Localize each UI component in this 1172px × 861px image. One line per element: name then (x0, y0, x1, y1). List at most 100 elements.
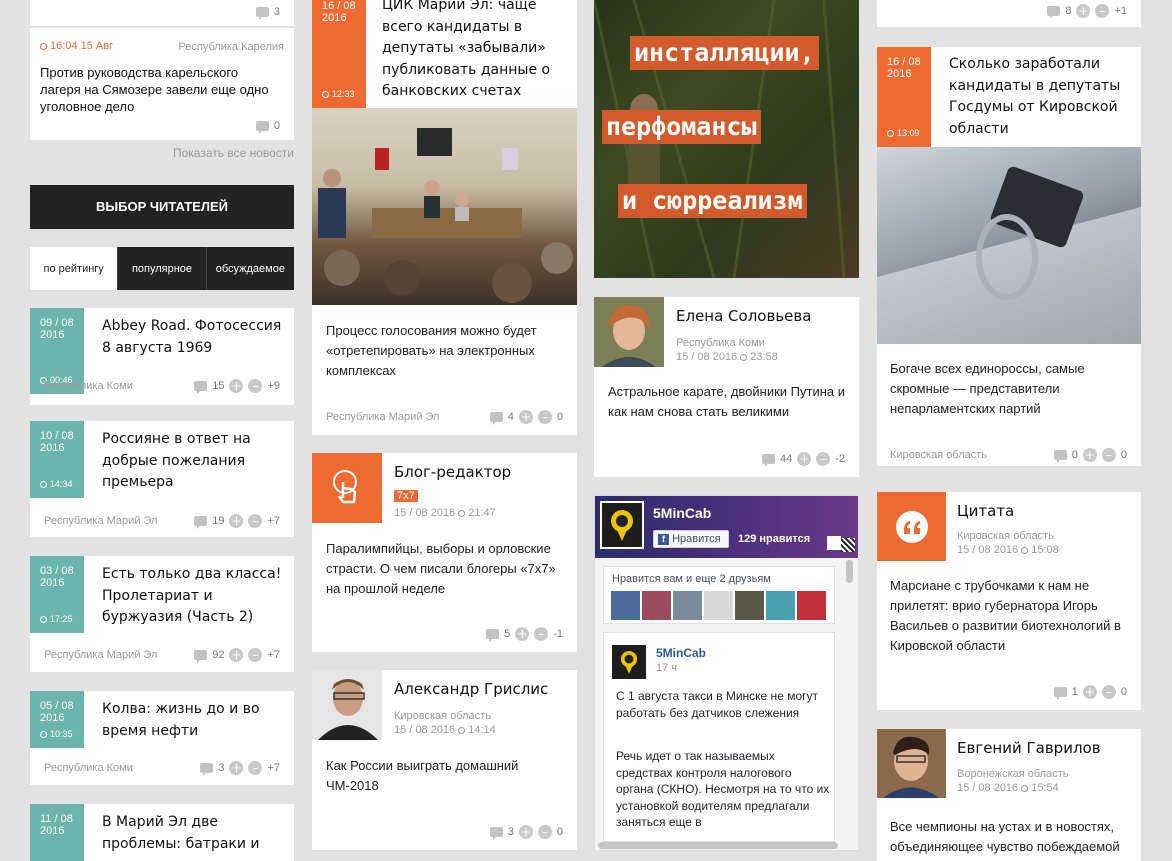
clock-icon (322, 91, 329, 98)
plus-icon[interactable]: + (229, 761, 244, 775)
clock-icon (458, 727, 466, 734)
minus-icon[interactable]: – (537, 410, 552, 424)
minus-icon[interactable]: – (248, 379, 263, 393)
author-card[interactable]: Александр Грислис Кировская область 15 /… (312, 670, 577, 850)
comment-icon (1047, 6, 1061, 19)
tab-rating[interactable]: по рейтингу (30, 247, 118, 290)
comment-icon (194, 516, 208, 529)
art-banner[interactable]: инсталляции, перфомансы и сюрреализм (594, 0, 859, 278)
plus-icon[interactable]: + (1082, 685, 1097, 699)
fb-page-logo (600, 501, 644, 549)
date-box: 11 / 08 2016 (30, 804, 84, 861)
readers-tabs: по рейтингу популярное обсуждаемое (30, 247, 294, 290)
clock-icon (1021, 785, 1029, 792)
news-card-top: 3 (30, 0, 294, 26)
badge-7x7: 7x7 (394, 490, 418, 502)
comment-icon (194, 381, 208, 394)
list-item[interactable]: 09 / 08 2016 00:46 Abbey Road. Фотосессия … (30, 308, 294, 405)
plus-icon[interactable]: + (1082, 448, 1097, 462)
comment-icon (1053, 687, 1067, 700)
comment-icon (255, 7, 269, 20)
plus-icon[interactable]: + (229, 379, 244, 393)
fb-post[interactable]: 5MinCab 17 ч С 1 августа такси в Минске … (603, 632, 835, 842)
author-card[interactable]: Елена Соловьева Республика Коми 15 / 08 … (594, 297, 859, 477)
comment-icon (1053, 450, 1067, 463)
show-all-news-link[interactable]: Показать все новости (173, 146, 294, 160)
clock-icon (40, 481, 47, 488)
minus-icon[interactable]: – (537, 825, 552, 839)
readers-choice-header: ВЫБОР ЧИТАТЕЛЕЙ (30, 185, 294, 229)
quote-card[interactable]: Цитата Кировская область 15 / 08 2016 15… (877, 492, 1141, 710)
meeting-photo (312, 108, 577, 305)
avatar (704, 591, 733, 620)
news-card-top: 8 + – +1 (877, 0, 1141, 27)
list-item[interactable]: 05 / 08 2016 10:35 Колва: жизнь до и во вр… (30, 691, 294, 785)
news-title[interactable]: Против руководства карельского лагеря на… (40, 64, 280, 115)
fb-like-button[interactable]: f Нравится (653, 530, 729, 548)
plus-icon[interactable]: + (515, 627, 530, 641)
date-box: 16 / 08 2016 12:33 (312, 0, 366, 108)
author-card[interactable]: Евгений Гаврилов Воронежская область 15 … (877, 729, 1141, 861)
clock-icon (887, 130, 894, 137)
comment-icon (200, 763, 214, 776)
date-box: 05 / 08 2016 10:35 (30, 691, 84, 748)
fb-scrollbar[interactable] (846, 560, 853, 583)
clock-icon (1021, 547, 1029, 554)
clock-icon (740, 354, 748, 361)
comment-icon (255, 121, 269, 134)
fb-friend-avatars (611, 591, 826, 620)
fb-icon: f (658, 534, 669, 545)
minus-icon[interactable]: – (248, 648, 263, 662)
minus-icon[interactable]: – (1095, 4, 1110, 18)
list-item[interactable]: 10 / 08 2016 14:34 Россияне в ответ на доб… (30, 421, 294, 537)
tab-discussed[interactable]: обсуждаемое (205, 247, 294, 290)
clock-icon (40, 731, 47, 738)
minus-icon[interactable]: – (816, 452, 831, 466)
plus-icon[interactable]: + (229, 648, 244, 662)
clock-icon (458, 510, 466, 517)
hand-icon (312, 453, 382, 523)
avatar (877, 729, 946, 798)
avatar (312, 670, 382, 740)
minus-icon[interactable]: – (248, 514, 263, 528)
fb-qr-icon (841, 538, 855, 552)
list-item[interactable]: 11 / 08 2016 В Марий Эл две проблемы: бат… (30, 804, 294, 861)
avatar (611, 591, 640, 620)
plus-icon[interactable]: + (797, 452, 812, 466)
tab-popular[interactable]: популярное (117, 247, 206, 290)
comment-icon (194, 650, 208, 663)
avatar (797, 591, 826, 620)
list-item[interactable]: 03 / 08 2016 17:25 Есть только два класса!… (30, 556, 294, 672)
facebook-widget[interactable]: 5MinCab f Нравится 129 нравится Нравится… (594, 495, 859, 851)
avatar (735, 591, 764, 620)
minus-icon[interactable]: – (1101, 685, 1116, 699)
fb-share-icon[interactable] (827, 536, 841, 550)
avatar (642, 591, 671, 620)
date-box: 03 / 08 2016 17:25 (30, 556, 84, 633)
fb-h-scrollbar[interactable] (598, 842, 838, 849)
minus-icon[interactable]: – (1101, 448, 1116, 462)
blog-card[interactable]: Блог-редактор 7x7 15 / 08 2016 21:47 Пар… (312, 453, 577, 652)
fb-friends-box: Нравится вам и еще 2 друзьям (603, 566, 835, 624)
comment-icon (486, 629, 500, 642)
article-card[interactable]: 16 / 08 2016 13:09 Сколько заработали канд… (877, 47, 1141, 466)
minus-icon[interactable]: – (534, 627, 549, 641)
news-card[interactable]: 16:04 15 Авг Республика Карелия Против р… (30, 28, 294, 140)
plus-icon[interactable]: + (518, 825, 533, 839)
binder-photo (877, 147, 1141, 344)
fb-page-logo (612, 645, 646, 679)
plus-icon[interactable]: + (229, 514, 244, 528)
date-box: 10 / 08 2016 14:34 (30, 421, 84, 498)
clock-icon (40, 43, 47, 50)
avatar (673, 591, 702, 620)
minus-icon[interactable]: – (248, 761, 263, 775)
quote-icon (877, 492, 946, 561)
plus-icon[interactable]: + (518, 410, 533, 424)
comment-icon (761, 454, 775, 467)
clock-icon (40, 616, 47, 623)
plus-icon[interactable]: + (1076, 4, 1091, 18)
comment-icon (489, 827, 503, 840)
comment-icon (489, 412, 503, 425)
article-card[interactable]: 16 / 08 2016 12:33 ЦИК Марий Эл: чаще всег… (312, 0, 577, 435)
date-box: 16 / 08 2016 13:09 (877, 47, 931, 147)
